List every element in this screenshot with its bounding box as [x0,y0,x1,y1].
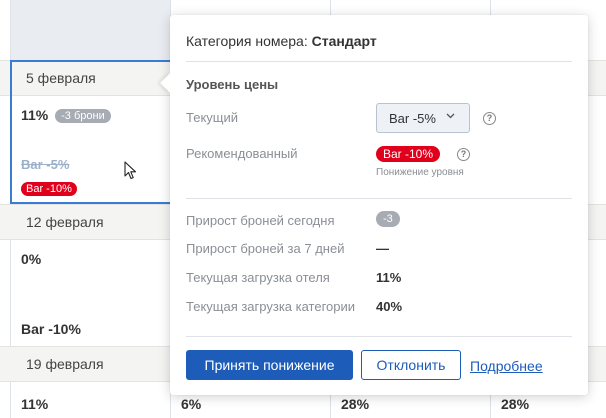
more-details-link[interactable]: Подробнее [470,358,543,374]
calendar-column-header [10,0,170,60]
popover-title: Категория номера: Стандарт [186,33,377,49]
stat-value-badge: -3 [376,211,400,227]
recommended-note: Понижение уровня [376,167,464,178]
chevron-down-icon [446,113,455,119]
occupancy-value[interactable]: 11% [21,396,48,412]
occupancy-value[interactable]: 6% [181,396,201,412]
stat-value: 11% [376,270,402,285]
stat-label: Прирост броней сегодня [186,213,335,228]
category-label: Категория номера: [186,33,308,49]
date-label: 19 февраля [26,356,104,372]
section-title: Уровень цены [186,77,279,92]
accept-decrease-button[interactable]: Принять понижение [186,350,353,380]
recommended-badge-wrap: Bar -10% [376,145,441,163]
help-icon[interactable]: ? [483,112,496,125]
recommended-level-badge: Bar -10% [376,146,441,162]
current-level-label: Текущий [186,110,238,125]
divider [186,61,572,62]
rate-value[interactable]: Bar -10% [21,321,81,337]
current-level-select[interactable]: Bar -5% [376,103,470,133]
occupancy-value[interactable]: 0% [21,251,41,267]
mouse-pointer-icon [124,161,137,180]
divider [186,336,572,337]
category-value: Стандарт [311,33,377,49]
divider [186,198,572,199]
stat-value: 40% [376,299,403,314]
selected-cell[interactable] [10,60,180,204]
date-label: 12 февраля [26,214,104,230]
occupancy-value[interactable]: 28% [341,396,369,412]
recommended-level-label: Рекомендованный [186,146,298,161]
stat-label: Прирост броней за 7 дней [186,241,345,256]
help-icon[interactable]: ? [457,148,470,161]
stat-value: — [376,241,389,256]
decline-button[interactable]: Отклонить [361,350,461,380]
current-level-value: Bar -5% [389,111,436,126]
rate-recommendation-popover: Категория номера: Стандарт Уровень цены … [160,15,588,395]
stat-label: Текущая загрузка категории [186,299,356,314]
stat-label: Текущая загрузка отеля [186,270,330,285]
occupancy-value[interactable]: 28% [501,396,529,412]
